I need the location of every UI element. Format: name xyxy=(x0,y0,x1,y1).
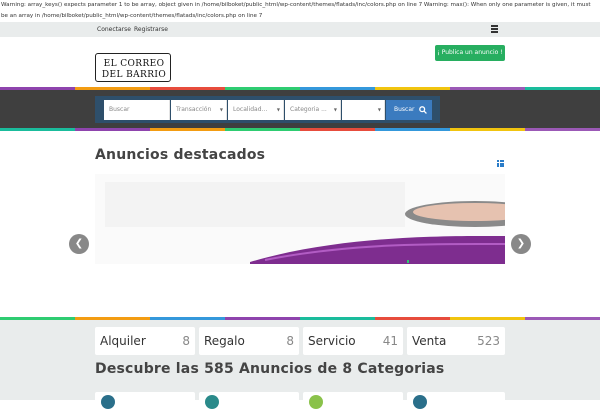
featured-slider[interactable] xyxy=(95,174,505,264)
search-button[interactable]: Buscar xyxy=(386,100,432,120)
publish-ad-button[interactable]: ¡ Publica un anuncio ! xyxy=(435,45,505,61)
top-bar: Conectarse Registrarse xyxy=(0,22,600,37)
chevron-left-icon[interactable]: ❮ xyxy=(69,234,89,254)
featured-title: Anuncios destacados xyxy=(95,147,266,163)
logo-line-1: EL CORREO xyxy=(103,59,165,69)
site-logo[interactable]: EL CORREO DEL BARRIO xyxy=(95,53,171,82)
category-icon xyxy=(205,395,219,409)
category-card[interactable]: Alquiler 8 xyxy=(95,327,195,355)
category-tile[interactable] xyxy=(407,392,505,409)
category-tile[interactable] xyxy=(199,392,299,409)
transaction-select[interactable]: Transacción ▼ xyxy=(171,100,227,120)
category-card[interactable]: Regalo 8 xyxy=(199,327,299,355)
category-select[interactable]: Categoria ... ▼ xyxy=(285,100,341,120)
search-input[interactable]: Buscar xyxy=(104,100,170,120)
caret-down-icon: ▼ xyxy=(333,107,337,112)
category-icon xyxy=(101,395,115,409)
locality-select[interactable]: Localidad... ▼ xyxy=(228,100,284,120)
login-link[interactable]: Conectarse xyxy=(97,24,131,35)
category-icon xyxy=(413,395,427,409)
chevron-right-icon[interactable]: ❯ xyxy=(511,234,531,254)
featured-ad-image[interactable] xyxy=(95,174,505,264)
search-icon xyxy=(419,106,427,114)
discover-heading: Descubre las 585 Anuncios de 8 Categoria… xyxy=(95,361,445,377)
category-tile[interactable] xyxy=(95,392,195,409)
category-tile[interactable] xyxy=(303,392,403,409)
caret-down-icon: ▼ xyxy=(276,107,280,112)
search-form: Buscar Transacción ▼ Localidad... ▼ Catego… xyxy=(95,96,440,123)
caret-down-icon: ▼ xyxy=(219,107,223,112)
register-link[interactable]: Registrarse xyxy=(134,24,168,35)
php-warning-text: Warning: array_keys() expects parameter … xyxy=(0,0,600,22)
category-card[interactable]: Servicio 41 xyxy=(303,327,403,355)
category-card[interactable]: Venta 523 xyxy=(407,327,505,355)
site-header: EL CORREO DEL BARRIO ¡ Publica un anunci… xyxy=(0,37,600,87)
caret-down-icon: ▼ xyxy=(377,107,381,112)
category-icon xyxy=(309,395,323,409)
search-band: Buscar Transacción ▼ Localidad... ▼ Catego… xyxy=(0,90,600,128)
extra-select[interactable]: ▼ xyxy=(342,100,385,120)
logo-line-2: DEL BARRIO xyxy=(101,70,167,80)
categories-section: Alquiler 8 Regalo 8 Servicio 41 Venta 52… xyxy=(0,320,600,400)
grid-icon[interactable] xyxy=(497,160,504,167)
hamburger-icon[interactable] xyxy=(491,25,498,33)
color-stripe-search xyxy=(0,128,600,131)
